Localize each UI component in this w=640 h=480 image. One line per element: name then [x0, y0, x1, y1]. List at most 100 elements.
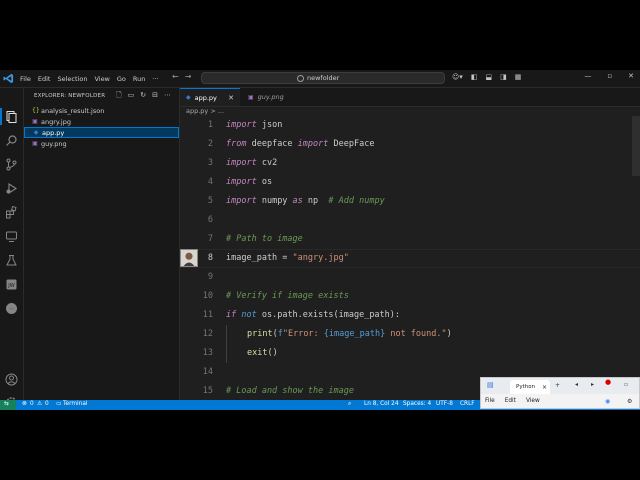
code-line: 13 exit()	[180, 344, 640, 363]
python-file-icon: ◆	[33, 129, 39, 136]
line-number: 1	[207, 120, 213, 130]
jupyter-icon[interactable]: JW	[5, 278, 18, 291]
testing-icon[interactable]	[5, 254, 18, 267]
code-line: 7 # Path to image	[180, 230, 640, 249]
code-text: import os	[226, 177, 273, 187]
file-analysis-result-json[interactable]: {} analysis_result.json	[24, 105, 179, 116]
run-debug-icon[interactable]	[5, 182, 18, 195]
file-name: angry.jpg	[41, 117, 71, 126]
line-number: 7	[207, 234, 213, 244]
toggle-sidebar-icon[interactable]: ◧	[471, 73, 478, 81]
code-line: 4 import os	[180, 173, 640, 192]
extensions-icon[interactable]	[5, 206, 18, 219]
menu-go[interactable]: Go	[117, 75, 126, 83]
close-icon[interactable]: ✕	[628, 72, 634, 80]
tab-guy-png[interactable]: ▣ guy.png	[242, 88, 302, 106]
code-line: 5 import numpy as np # Add numpy	[180, 192, 640, 211]
line-number: 15	[202, 386, 213, 396]
editor-scrollbar[interactable]	[632, 116, 640, 400]
terminal-button[interactable]: Terminal	[63, 401, 88, 407]
warning-count[interactable]: 0	[45, 401, 49, 407]
menu-file[interactable]: File	[485, 398, 495, 404]
cursor-position[interactable]: Ln 8, Col 24	[364, 401, 399, 407]
menu-view[interactable]: View	[526, 398, 540, 404]
remote-explorer-icon[interactable]	[5, 230, 18, 243]
file-guy-png[interactable]: ▣ guy.png	[24, 138, 179, 149]
minimize-icon[interactable]: ▫	[624, 381, 628, 388]
error-count[interactable]: 0	[30, 401, 34, 407]
menu-edit[interactable]: Edit	[38, 75, 51, 83]
close-tab-icon[interactable]: ×	[542, 384, 547, 391]
right-arrow-icon[interactable]: ▸	[591, 381, 594, 388]
chrome-icon[interactable]: ◉	[605, 398, 610, 405]
vscode-window: File Edit Selection View Go Run ··· ←→ n…	[0, 70, 640, 410]
zoom-icon[interactable]: ⌕	[348, 401, 351, 408]
errors-icon[interactable]: ⊗	[22, 401, 27, 407]
code-line: 1 import json	[180, 116, 640, 135]
file-name: analysis_result.json	[41, 106, 105, 115]
tab-app-py[interactable]: ◆ app.py ✕	[180, 88, 240, 106]
menu-view[interactable]: View	[94, 75, 109, 83]
toggle-panel-icon[interactable]: ⬓	[485, 73, 492, 81]
notepad-tab-strip: ▤ Python × + ◂ ▸ ● ▫	[481, 378, 639, 394]
indentation[interactable]: Spaces: 4	[403, 401, 431, 407]
warnings-icon[interactable]: ⚠	[37, 401, 42, 407]
line-number: 4	[207, 177, 213, 187]
svg-text:···: ···	[9, 308, 13, 313]
back-arrow-icon[interactable]: ←	[172, 72, 185, 81]
menu-selection[interactable]: Selection	[57, 75, 87, 83]
editor-tabs: ◆ app.py ✕ ▣ guy.png	[180, 88, 640, 107]
explorer-icon[interactable]	[5, 110, 18, 123]
notepad-tab[interactable]: Python ×	[510, 380, 550, 394]
left-arrow-icon[interactable]: ◂	[575, 381, 578, 388]
file-app-py[interactable]: ◆ app.py	[24, 127, 179, 138]
refresh-icon[interactable]: ↻	[140, 91, 146, 102]
breadcrumb[interactable]: app.py > ...	[186, 107, 224, 115]
line-ending[interactable]: CRLF	[460, 401, 475, 407]
new-file-icon[interactable]: 🗋	[116, 91, 122, 102]
terminal-icon[interactable]: ▭	[56, 401, 61, 407]
remote-indicator[interactable]: ⇆	[0, 400, 16, 410]
new-tab-icon[interactable]: +	[555, 382, 560, 389]
menu-more[interactable]: ···	[152, 75, 158, 83]
copilot-icon[interactable]: ☺▾	[452, 73, 463, 81]
customize-layout-icon[interactable]: ▦	[515, 73, 522, 81]
record-dot-icon: ●	[605, 378, 612, 386]
settings-gear-icon[interactable]: ⚙	[627, 398, 632, 405]
code-line: 10 # Verify if image exists	[180, 287, 640, 306]
maximize-icon[interactable]: ▫	[607, 72, 612, 80]
file-name: app.py	[42, 128, 65, 137]
code-text: # Load and show the image	[226, 386, 354, 396]
notepad-app-icon: ▤	[487, 381, 494, 389]
source-control-icon[interactable]	[5, 158, 18, 171]
more-actions-icon[interactable]: ⋯	[164, 91, 171, 102]
code-editor[interactable]: 1 import json 2 from deepface import Dee…	[180, 116, 640, 400]
code-text: import json	[226, 120, 283, 130]
close-tab-icon[interactable]: ✕	[228, 94, 234, 102]
docker-icon[interactable]: ···	[5, 302, 18, 315]
new-folder-icon[interactable]: ▭	[128, 91, 135, 102]
menu-bar: File Edit Selection View Go Run ···	[20, 70, 166, 87]
minimize-icon[interactable]: —	[584, 72, 591, 80]
encoding[interactable]: UTF-8	[436, 401, 453, 407]
forward-arrow-icon[interactable]: →	[185, 72, 198, 81]
collapse-all-icon[interactable]: ⊟	[152, 91, 158, 102]
file-angry-jpg[interactable]: ▣ angry.jpg	[24, 116, 179, 127]
active-indicator	[0, 108, 2, 125]
line-number: 12	[202, 329, 213, 339]
code-line: 2 from deepface import DeepFace	[180, 135, 640, 154]
command-center-search[interactable]: newfolder	[201, 72, 445, 84]
code-text: print(f"Error: {image_path} not found.")	[247, 329, 452, 339]
menu-run[interactable]: Run	[133, 75, 145, 83]
code-text: import numpy as np # Add numpy	[226, 196, 385, 206]
code-line: 11 if not os.path.exists(image_path):	[180, 306, 640, 325]
scrollbar-thumb[interactable]	[632, 116, 640, 176]
image-file-icon: ▣	[248, 93, 254, 101]
toggle-secondary-sidebar-icon[interactable]: ◨	[500, 73, 507, 81]
account-icon[interactable]	[5, 373, 18, 386]
code-line-current: 8 image_path = "angry.jpg"	[180, 249, 640, 268]
vscode-logo-icon	[3, 73, 14, 84]
menu-edit[interactable]: Edit	[505, 398, 516, 404]
menu-file[interactable]: File	[20, 75, 31, 83]
search-icon[interactable]	[5, 134, 18, 147]
